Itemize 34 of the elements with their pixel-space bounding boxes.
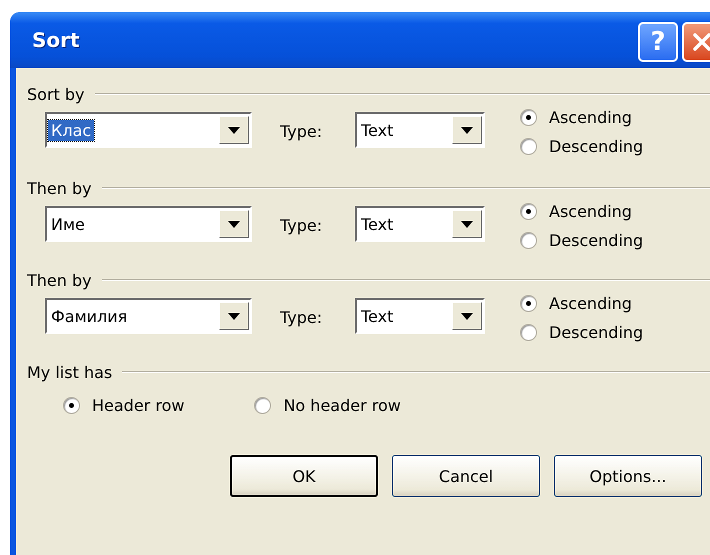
radio-button[interactable] [520,295,537,312]
window-title: Sort [32,28,80,52]
type-label: Type: [280,308,324,327]
type-dropdown[interactable]: Text [355,112,485,148]
type-label: Type: [280,122,324,141]
radio-button[interactable] [63,397,80,414]
radio-label[interactable]: Descending [549,323,644,342]
radio-label[interactable]: Header row [92,396,184,415]
column-dropdown[interactable]: Фамилия [45,298,252,334]
group-heading: Sort by [27,84,85,104]
radio-button[interactable] [254,397,272,414]
group-heading: My list has [27,362,112,382]
type-dropdown[interactable]: Text [355,206,485,242]
radio-button[interactable] [520,203,537,220]
type-label: Type: [280,216,324,235]
radio-label[interactable]: Ascending [549,108,632,127]
column-dropdown[interactable]: Клас [45,112,252,148]
radio-button[interactable] [520,109,537,126]
radio-label[interactable]: Ascending [549,202,632,221]
radio-button[interactable] [520,138,537,155]
group-heading: Then by [27,270,92,290]
column-dropdown[interactable]: Име [45,206,252,242]
group-heading: Then by [27,178,92,198]
radio-label[interactable]: Descending [549,137,644,156]
dialog-button[interactable]: Cancel [392,455,540,497]
radio-button[interactable] [520,232,537,249]
type-dropdown[interactable]: Text [355,298,485,334]
radio-label[interactable]: Ascending [549,294,632,313]
radio-label[interactable]: No header row [283,396,401,415]
dialog-button[interactable]: Options... [554,455,702,497]
close-button[interactable] [682,22,710,62]
radio-button[interactable] [520,324,537,341]
radio-label[interactable]: Descending [549,231,644,250]
dialog-button[interactable]: OK [230,455,378,497]
